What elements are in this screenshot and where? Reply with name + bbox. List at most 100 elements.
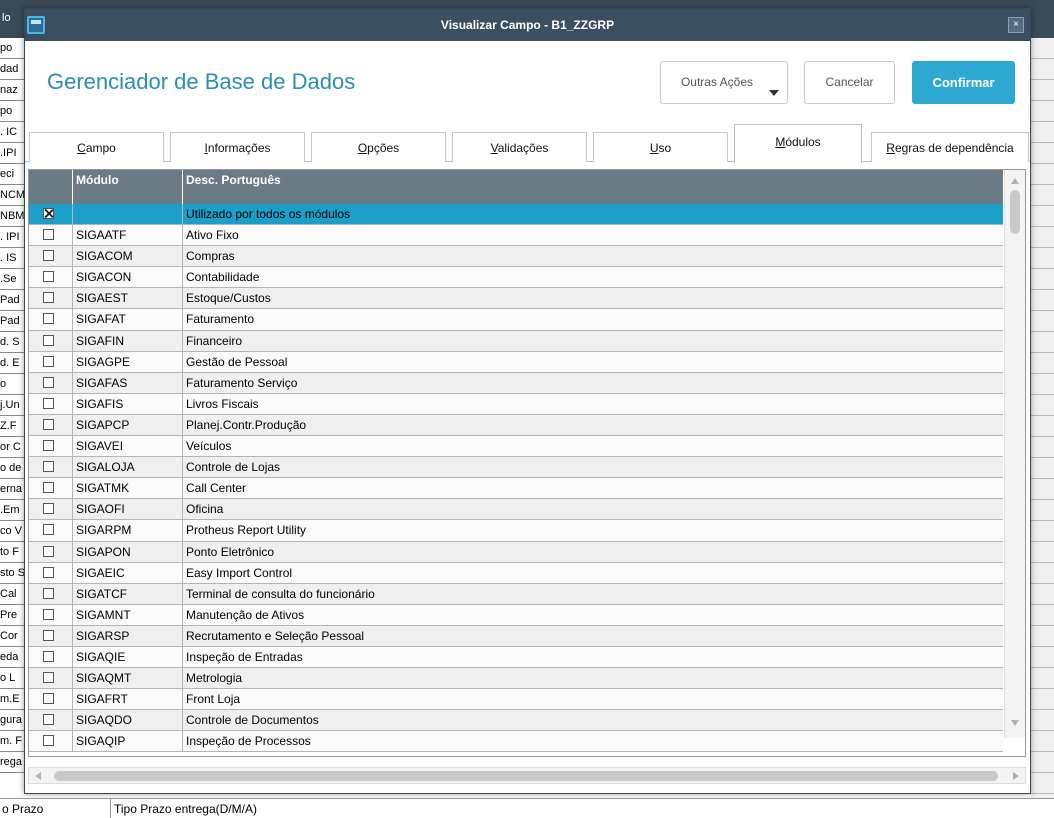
tab-validacoes[interactable]: Validações (452, 132, 587, 162)
checkbox[interactable] (43, 355, 54, 367)
checkbox[interactable] (43, 545, 54, 557)
descricao-cell: Ativo Fixo (186, 228, 239, 243)
table-row[interactable]: SIGAEIC Easy Import Control (29, 562, 1003, 584)
table-row[interactable]: SIGAFIN Financeiro (29, 330, 1003, 352)
table-row[interactable]: SIGATCF Terminal de consulta do funcionár… (29, 583, 1003, 605)
background-bottom-cell: Tipo Prazo entrega(D/M/A) (114, 802, 257, 816)
checkbox[interactable] (43, 461, 54, 473)
table-row[interactable]: Utilizado por todos os módulos (29, 204, 1003, 226)
table-row[interactable]: SIGALOJA Controle de Lojas (29, 457, 1003, 479)
background-cell: Z.F (0, 416, 24, 437)
close-button[interactable]: × (1008, 17, 1024, 33)
column-header-check[interactable] (29, 170, 73, 204)
tab-opcoes[interactable]: Opções (311, 132, 446, 162)
row-checkbox-cell (29, 520, 73, 542)
checkbox[interactable] (43, 566, 54, 578)
table-row[interactable]: SIGAQMT Metrologia (29, 668, 1003, 690)
column-header-desc[interactable]: Desc. Português (183, 170, 1003, 204)
table-row[interactable]: SIGAOFI Oficina (29, 499, 1003, 521)
descricao-cell: Financeiro (186, 333, 243, 348)
checkbox[interactable] (43, 693, 54, 705)
scroll-thumb[interactable] (54, 771, 998, 781)
table-row[interactable]: SIGAEST Estoque/Custos (29, 288, 1003, 310)
scroll-thumb[interactable] (1010, 190, 1020, 234)
background-cell: rega (0, 752, 24, 773)
tab-campo[interactable]: Campo (29, 132, 164, 162)
scroll-up-icon[interactable] (1011, 178, 1019, 184)
scroll-down-icon[interactable] (1011, 720, 1019, 726)
column-header-modulo[interactable]: Módulo (73, 170, 183, 204)
scroll-right-icon[interactable] (1013, 772, 1019, 780)
checkbox[interactable] (43, 714, 54, 726)
table-row[interactable]: SIGAFAT Faturamento (29, 309, 1003, 331)
table-row[interactable]: SIGACOM Compras (29, 246, 1003, 268)
tab-uso[interactable]: Uso (593, 132, 728, 162)
table-row[interactable]: SIGAFRT Front Loja (29, 689, 1003, 711)
checkbox[interactable] (43, 650, 54, 662)
checkbox[interactable] (43, 229, 54, 241)
vertical-scrollbar[interactable] (1004, 170, 1025, 738)
checkbox[interactable] (43, 672, 54, 684)
tab-regras-de-dependencia[interactable]: Regras de dependência (871, 132, 1029, 162)
table-row[interactable]: SIGAMNT Manutenção de Ativos (29, 604, 1003, 626)
checkbox[interactable] (43, 503, 54, 515)
checkbox[interactable] (43, 250, 54, 262)
checkbox[interactable] (43, 292, 54, 304)
background-row (1031, 38, 1054, 59)
tab-label: Informações (204, 141, 271, 155)
table-row[interactable]: SIGAATF Ativo Fixo (29, 225, 1003, 247)
checkbox[interactable] (43, 334, 54, 346)
checkbox[interactable] (43, 482, 54, 494)
row-checkbox-cell (29, 436, 73, 458)
row-checkbox-cell (29, 710, 73, 732)
table-row[interactable]: SIGAPON Ponto Eletrônico (29, 541, 1003, 563)
background-cell: dad (0, 59, 24, 80)
checkbox[interactable] (43, 608, 54, 620)
checkbox[interactable] (43, 271, 54, 283)
modulo-cell: SIGATMK (73, 478, 183, 500)
table-row[interactable]: SIGACON Contabilidade (29, 267, 1003, 289)
tab-bar: Campo Informações Opções Validações Uso Módul… (25, 122, 1030, 163)
confirm-button[interactable]: Confirmar (912, 61, 1015, 104)
table-row[interactable]: SIGARPM Protheus Report Utility (29, 520, 1003, 542)
descricao-cell: Faturamento (186, 312, 255, 327)
table-row[interactable]: SIGAPCP Planej.Contr.Produção (29, 414, 1003, 437)
background-row (1031, 80, 1054, 101)
checkbox[interactable] (43, 524, 54, 536)
descricao-cell: Compras (186, 249, 235, 264)
scroll-left-icon[interactable] (35, 772, 41, 780)
table-row[interactable]: SIGARSP Recrutamento e Seleção Pessoal (29, 625, 1003, 647)
modulo-cell: SIGAVEI (73, 436, 183, 458)
table-row[interactable]: SIGAFAS Faturamento Serviço (29, 372, 1003, 394)
checkbox-checked[interactable] (43, 208, 54, 219)
tab-informacoes[interactable]: Informações (170, 132, 305, 162)
checkbox[interactable] (43, 587, 54, 599)
table-row[interactable]: SIGAQIP Inspeção de Processos (29, 731, 1003, 753)
table-row[interactable]: SIGAQDO Controle de Documentos (29, 710, 1003, 732)
cancel-button[interactable]: Cancelar (804, 61, 895, 104)
checkbox[interactable] (43, 376, 54, 388)
checkbox[interactable] (43, 440, 54, 452)
background-row (1031, 59, 1054, 80)
background-cell: d. E (0, 353, 24, 374)
table-row[interactable]: SIGAGPE Gestão de Pessoal (29, 351, 1003, 373)
table-row[interactable]: SIGAFIS Livros Fiscais (29, 393, 1003, 415)
background-cell: eci (0, 164, 24, 185)
horizontal-scrollbar[interactable] (28, 767, 1026, 784)
table-row[interactable]: SIGAVEI Veículos (29, 436, 1003, 458)
window-title: Visualizar Campo - B1_ZZGRP (440, 18, 615, 32)
checkbox[interactable] (43, 629, 54, 641)
checkbox[interactable] (43, 313, 54, 325)
checkbox[interactable] (43, 735, 54, 747)
checkbox[interactable] (43, 397, 54, 409)
table-row[interactable]: SIGAQIE Inspeção de Entradas (29, 646, 1003, 669)
background-bottom-cell: o Prazo (2, 802, 44, 816)
outras-acoes-button[interactable]: Outras Ações (660, 61, 788, 104)
tab-label: Campo (77, 141, 116, 155)
background-row (1031, 437, 1054, 458)
page-title: Gerenciador de Base de Dados (47, 69, 356, 94)
background-cell: po (0, 101, 24, 122)
table-row[interactable]: SIGATMK Call Center (29, 478, 1003, 500)
checkbox[interactable] (43, 418, 54, 430)
tab-modulos[interactable]: Módulos (734, 124, 862, 163)
